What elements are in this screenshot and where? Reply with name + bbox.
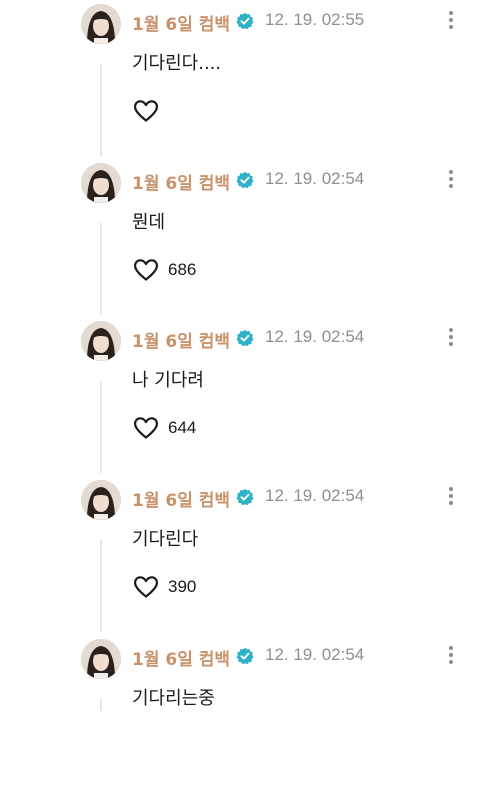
like-count: 686 [168,260,197,279]
author-name[interactable]: 1월 6일 컴백 [132,169,230,194]
more-options-icon[interactable] [444,168,458,192]
comment-text: 기다린다 [132,529,199,550]
comment-text: 뭔데 [132,212,166,233]
more-options-icon[interactable] [444,485,458,509]
thread-line [100,540,102,632]
timestamp: 12. 19. 02:54 [265,645,365,664]
avatar[interactable] [81,163,121,203]
thread-line [100,64,102,156]
avatar[interactable] [81,639,121,679]
like-count: 390 [168,577,197,596]
like-button[interactable] [133,99,168,123]
thread-line [100,381,102,473]
more-options-icon[interactable] [444,644,458,668]
like-count: 644 [168,418,197,437]
timestamp: 12. 19. 02:54 [265,486,365,505]
avatar-icon [81,639,121,679]
comment-text: 나 기다려 [132,370,204,391]
avatar-icon [81,480,121,520]
thread-line [100,223,102,315]
author-name[interactable]: 1월 6일 컴백 [132,327,230,352]
check-badge-icon [236,171,254,189]
check-badge-icon [236,329,254,347]
like-button[interactable]: 390 [133,575,196,599]
timestamp: 12. 19. 02:54 [265,169,365,188]
more-options-icon[interactable] [444,9,458,33]
timestamp: 12. 19. 02:54 [265,327,365,346]
comment-text: 기다리는중 [132,688,215,709]
like-button[interactable]: 686 [133,258,196,282]
avatar-icon [81,4,121,44]
author-name[interactable]: 1월 6일 컴백 [132,486,230,511]
avatar[interactable] [81,480,121,520]
avatar[interactable] [81,321,121,361]
comment-item: 1월 6일 컴백 12. 19. 02:54 기다리는중 [0,639,480,801]
author-name[interactable]: 1월 6일 컴백 [132,645,230,670]
check-badge-icon [236,12,254,30]
heart-icon [134,417,158,439]
avatar-icon [81,163,121,203]
comment-item: 1월 6일 컴백 12. 19. 02:54 뭔데 686 [0,163,480,325]
thread-line [100,699,102,711]
check-badge-icon [236,647,254,665]
heart-icon [134,576,158,598]
timestamp: 12. 19. 02:55 [265,10,365,29]
comment-item: 1월 6일 컴백 12. 19. 02:54 기다린다 390 [0,480,480,642]
avatar[interactable] [81,4,121,44]
comment-item: 1월 6일 컴백 12. 19. 02:55 기다린다.... [0,4,480,166]
comment-item: 1월 6일 컴백 12. 19. 02:54 나 기다려 644 [0,321,480,483]
like-button[interactable]: 644 [133,416,196,440]
avatar-icon [81,321,121,361]
comment-text: 기다린다.... [132,53,222,74]
check-badge-icon [236,488,254,506]
heart-icon [134,100,158,122]
heart-icon [134,259,158,281]
more-options-icon[interactable] [444,326,458,350]
author-name[interactable]: 1월 6일 컴백 [132,10,230,35]
